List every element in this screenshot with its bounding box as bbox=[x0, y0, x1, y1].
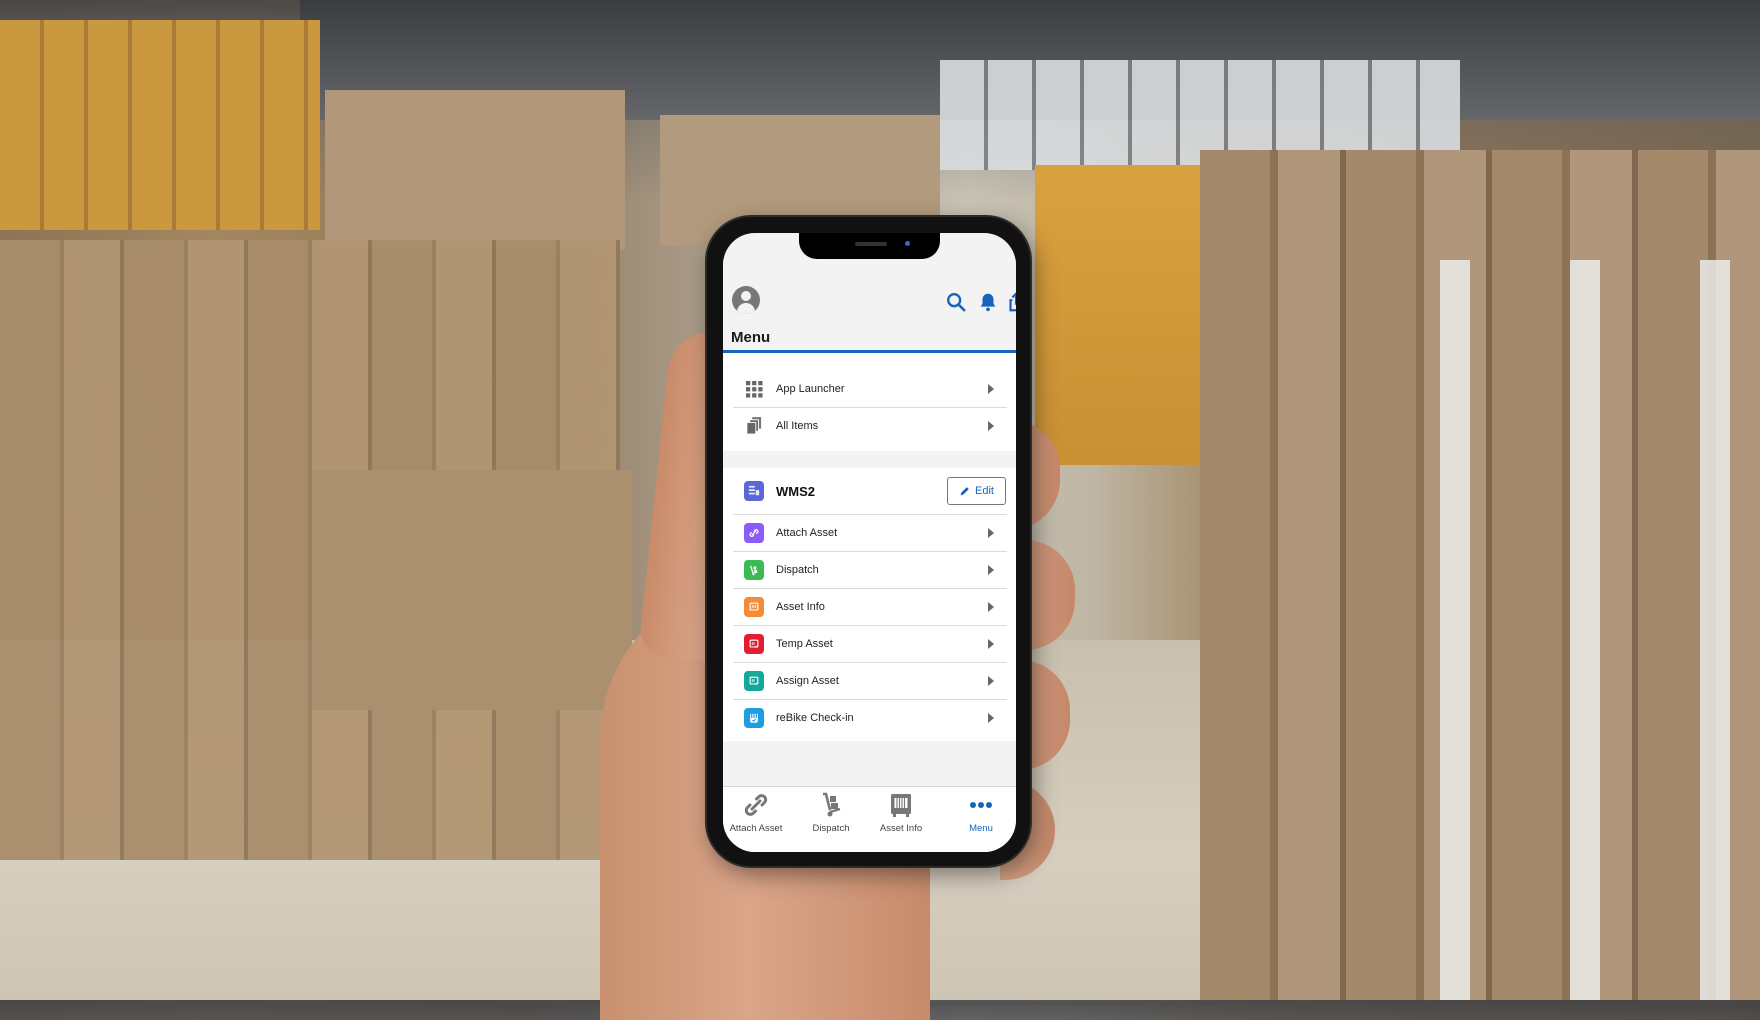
menu-item-app-launcher[interactable]: App Launcher bbox=[733, 371, 1007, 408]
phone-screen: Menu App Launcher All Items WMS2 Edit At… bbox=[723, 233, 1016, 852]
search-icon[interactable] bbox=[945, 291, 967, 313]
box-labels-right bbox=[1380, 260, 1760, 1000]
more-dots-icon bbox=[970, 802, 992, 808]
chevron-right-icon bbox=[988, 528, 994, 538]
stacked-pages-icon bbox=[744, 416, 764, 436]
app-section-header: WMS2 Edit bbox=[733, 468, 1007, 515]
page-title: Menu bbox=[731, 329, 771, 346]
front-camera bbox=[905, 241, 910, 246]
paperclip-icon bbox=[744, 794, 768, 816]
safe-icon bbox=[891, 794, 911, 817]
chevron-right-icon bbox=[988, 421, 994, 431]
app-section-title: WMS2 bbox=[776, 483, 815, 499]
chevron-right-icon bbox=[988, 639, 994, 649]
chevron-right-icon bbox=[988, 713, 994, 723]
temp-asset-icon bbox=[744, 634, 764, 654]
hand-truck-icon bbox=[744, 560, 764, 580]
chevron-right-icon bbox=[988, 565, 994, 575]
nav-tab-dispatch[interactable]: Dispatch bbox=[796, 791, 866, 841]
box-stack-top-left bbox=[0, 20, 320, 230]
menu-item-attach-asset[interactable]: Attach Asset bbox=[733, 515, 1007, 552]
checkin-icon bbox=[744, 708, 764, 728]
menu-item-label: Dispatch bbox=[776, 564, 819, 576]
nav-tab-asset-info[interactable]: Asset Info bbox=[866, 791, 936, 841]
general-menu-section: App Launcher All Items bbox=[723, 353, 1016, 451]
app-header: Menu bbox=[723, 259, 1016, 351]
chevron-right-icon bbox=[988, 384, 994, 394]
nav-tab-label: Asset Info bbox=[879, 823, 923, 834]
nav-tab-menu[interactable]: Menu bbox=[951, 791, 1011, 841]
menu-item-label: reBike Check-in bbox=[776, 712, 854, 724]
menu-item-label: Assign Asset bbox=[776, 675, 839, 687]
nav-tab-label: Menu bbox=[969, 823, 993, 834]
menu-item-label: App Launcher bbox=[776, 383, 845, 395]
pencil-icon bbox=[960, 486, 969, 495]
bottom-navigation: Attach Asset Dispatch Asset Info Menu bbox=[723, 786, 1016, 852]
bell-icon[interactable] bbox=[977, 291, 999, 313]
menu-item-dispatch[interactable]: Dispatch bbox=[733, 552, 1007, 589]
chevron-right-icon bbox=[988, 602, 994, 612]
menu-item-all-items[interactable]: All Items bbox=[733, 408, 1007, 444]
chevron-right-icon bbox=[988, 676, 994, 686]
nav-tab-attach-asset[interactable]: Attach Asset bbox=[723, 791, 791, 841]
menu-item-temp-asset[interactable]: Temp Asset bbox=[733, 626, 1007, 663]
user-avatar-icon[interactable] bbox=[732, 286, 760, 314]
menu-item-label: All Items bbox=[776, 420, 819, 432]
smartphone: Menu App Launcher All Items WMS2 Edit At… bbox=[707, 217, 1030, 866]
safe-icon bbox=[744, 597, 764, 617]
menu-item-assign-asset[interactable]: Assign Asset bbox=[733, 663, 1007, 700]
menu-item-asset-info[interactable]: Asset Info bbox=[733, 589, 1007, 626]
assign-asset-icon bbox=[744, 671, 764, 691]
wms-app-icon bbox=[744, 481, 764, 501]
menu-item-label: Asset Info bbox=[776, 601, 825, 613]
menu-item-label: Attach Asset bbox=[776, 527, 838, 539]
edit-button-label: Edit bbox=[975, 485, 994, 497]
wms2-app-section: WMS2 Edit Attach Asset Dispatch Asset In… bbox=[723, 468, 1016, 741]
app-grid-icon bbox=[744, 379, 764, 399]
menu-item-label: Temp Asset bbox=[776, 638, 833, 650]
nav-tab-label: Dispatch bbox=[812, 823, 850, 834]
phone-notch bbox=[799, 233, 940, 259]
speaker-grille bbox=[855, 242, 887, 246]
menu-item-rebike-check-in[interactable]: reBike Check-in bbox=[733, 700, 1007, 736]
box-stack-top-middle bbox=[325, 90, 625, 250]
edit-button[interactable]: Edit bbox=[947, 477, 1006, 505]
link-icon bbox=[744, 523, 764, 543]
share-icon[interactable] bbox=[1008, 291, 1016, 313]
hand-truck-icon bbox=[823, 792, 841, 817]
nav-tab-label: Attach Asset bbox=[729, 823, 783, 834]
